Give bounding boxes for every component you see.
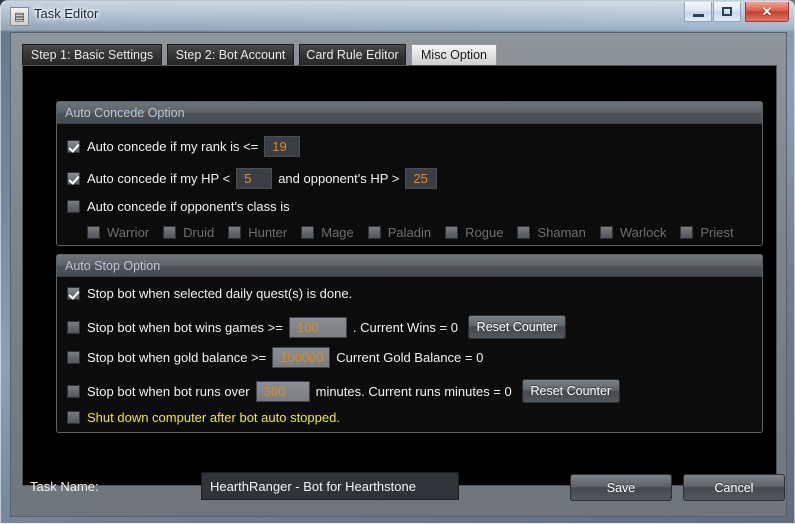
class-item-warrior[interactable]: Warrior [87, 226, 149, 239]
close-icon: ✕ [761, 4, 773, 19]
tab-label: Misc Option [421, 48, 487, 62]
task-editor-window: ▤ Task Editor ✕ Step 1: Basic Settings S… [0, 0, 795, 524]
close-button[interactable]: ✕ [745, 2, 789, 22]
class-label: Druid [183, 225, 215, 240]
tab-step-2-bot-account[interactable]: Step 2: Bot Account [167, 44, 294, 66]
task-name-label: Task Name: [30, 479, 99, 494]
gold-threshold-input[interactable]: 100000 [272, 347, 331, 368]
group-header-label: Auto Concede Option [65, 105, 185, 120]
class-label: Mage [321, 225, 354, 240]
mage-checkbox[interactable] [301, 226, 315, 239]
dialog-client-area: Step 1: Basic Settings Step 2: Bot Accou… [10, 32, 787, 517]
druid-checkbox[interactable] [163, 226, 177, 239]
class-label: Warlock [619, 225, 667, 240]
wins-rule-row: Stop bot when bot wins games >= 100 . Cu… [67, 315, 566, 339]
maximize-button[interactable] [713, 2, 741, 22]
group-header-label: Auto Stop Option [65, 258, 161, 273]
shutdown-rule-label: Shut down computer after bot auto stoppe… [87, 410, 340, 425]
save-button[interactable]: Save [570, 474, 672, 501]
class-rule-label: Auto concede if opponent's class is [87, 199, 290, 214]
class-item-druid[interactable]: Druid [163, 226, 214, 239]
class-label: Rogue [465, 225, 504, 240]
class-item-paladin[interactable]: Paladin [367, 225, 432, 240]
runtime-threshold-input[interactable]: 300 [255, 380, 310, 402]
reset-runtime-counter-button[interactable]: Reset Counter [521, 379, 620, 403]
window-title: Task Editor [34, 6, 99, 21]
class-item-rogue[interactable]: Rogue [445, 226, 503, 239]
auto-concede-header: Auto Concede Option [57, 102, 762, 124]
priest-checkbox[interactable] [680, 226, 694, 239]
shaman-checkbox[interactable] [517, 226, 531, 239]
warlock-checkbox[interactable] [599, 226, 613, 239]
tab-card-rule-editor[interactable]: Card Rule Editor [299, 44, 406, 66]
auto-concede-group: Auto Concede Option Auto concede if my r… [56, 101, 763, 246]
tab-label: Step 2: Bot Account [175, 48, 286, 62]
misc-option-panel: Auto Concede Option Auto concede if my r… [22, 65, 777, 486]
dialog-footer: Task Name: HearthRanger - Bot for Hearth… [11, 459, 786, 516]
wins-rule-checkbox[interactable] [67, 320, 80, 334]
shutdown-rule-row: Shut down computer after bot auto stoppe… [67, 411, 340, 424]
runtime-rule-label-after: minutes. Current runs minutes = 0 [315, 383, 512, 399]
tab-label: Step 1: Basic Settings [30, 48, 154, 62]
class-label: Paladin [387, 225, 432, 240]
tab-strip: Step 1: Basic Settings Step 2: Bot Accou… [22, 44, 777, 66]
gold-rule-label-after: Current Gold Balance = 0 [336, 350, 484, 365]
paladin-checkbox[interactable] [367, 226, 381, 239]
window-titlebar[interactable]: ▤ Task Editor ✕ [1, 1, 794, 31]
tab-misc-option[interactable]: Misc Option [411, 44, 497, 66]
class-label: Warrior [107, 225, 150, 240]
rank-rule-checkbox[interactable] [67, 140, 80, 153]
hunter-checkbox[interactable] [228, 226, 242, 239]
rank-rule-label: Auto concede if my rank is <= [87, 139, 259, 154]
hp-rule-row: Auto concede if my HP < 5 and opponent's… [67, 168, 443, 189]
daily-quest-label: Stop bot when selected daily quest(s) is… [87, 286, 353, 301]
class-item-hunter[interactable]: Hunter [228, 226, 287, 239]
auto-stop-header: Auto Stop Option [57, 255, 762, 277]
class-label: Hunter [248, 225, 288, 240]
rank-threshold-input[interactable]: 19 [264, 136, 301, 157]
opponent-hp-input[interactable]: 25 [405, 168, 438, 189]
reset-wins-counter-button[interactable]: Reset Counter [467, 315, 566, 339]
class-rule-checkbox[interactable] [67, 200, 80, 213]
class-item-mage[interactable]: Mage [301, 226, 354, 239]
shutdown-rule-checkbox[interactable] [67, 411, 80, 424]
rank-rule-row: Auto concede if my rank is <= 19 [67, 136, 306, 157]
auto-stop-group: Auto Stop Option Stop bot when selected … [56, 254, 763, 433]
hp-rule-checkbox[interactable] [67, 172, 80, 185]
gold-rule-label-before: Stop bot when gold balance >= [87, 350, 267, 365]
class-label: Shaman [537, 225, 586, 240]
hp-rule-label-middle: and opponent's HP > [278, 171, 400, 186]
wins-rule-label-after: . Current Wins = 0 [352, 319, 458, 335]
minimize-icon [692, 13, 704, 17]
wins-threshold-input[interactable]: 100 [288, 316, 347, 338]
runtime-rule-label-before: Stop bot when bot runs over [87, 383, 250, 399]
tab-label: Card Rule Editor [306, 48, 399, 62]
daily-quest-rule-row: Stop bot when selected daily quest(s) is… [67, 287, 352, 300]
wins-rule-label-before: Stop bot when bot wins games >= [87, 319, 283, 335]
class-checkbox-list: Warrior Druid Hunter Mage Paladin Rogue … [87, 226, 748, 239]
task-name-input[interactable]: HearthRanger - Bot for Hearthstone [201, 472, 459, 500]
runtime-rule-checkbox[interactable] [67, 384, 80, 398]
cancel-button[interactable]: Cancel [683, 474, 785, 501]
daily-quest-checkbox[interactable] [67, 287, 80, 300]
warrior-checkbox[interactable] [87, 226, 100, 239]
minimize-button[interactable] [684, 2, 712, 22]
my-hp-input[interactable]: 5 [236, 168, 273, 189]
class-label: Priest [700, 225, 734, 240]
rogue-checkbox[interactable] [445, 226, 459, 239]
class-rule-row: Auto concede if opponent's class is [67, 200, 290, 213]
runtime-rule-row: Stop bot when bot runs over 300 minutes.… [67, 379, 620, 403]
class-item-shaman[interactable]: Shaman [517, 225, 586, 240]
maximize-icon [722, 7, 732, 16]
gold-rule-checkbox[interactable] [67, 351, 80, 364]
desktop-background: ▤ Task Editor ✕ Step 1: Basic Settings S… [0, 0, 795, 524]
gold-rule-row: Stop bot when gold balance >= 100000 Cur… [67, 347, 483, 368]
tab-step-1-basic-settings[interactable]: Step 1: Basic Settings [22, 44, 162, 66]
app-icon: ▤ [10, 7, 29, 26]
hp-rule-label-before: Auto concede if my HP < [87, 171, 231, 186]
class-item-priest[interactable]: Priest [680, 225, 734, 240]
class-item-warlock[interactable]: Warlock [599, 225, 667, 240]
